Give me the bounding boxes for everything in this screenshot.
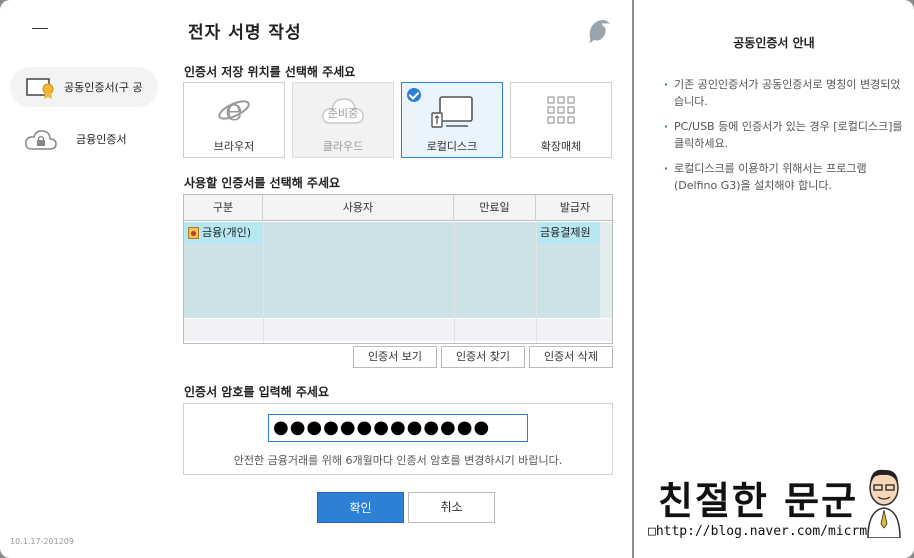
guide-item: PC/USB 등에 인증서가 있는 경우 [로컬디스크]를 클릭하세요. [664, 118, 906, 152]
sidebar-item-label: 공동인증서(구 공 [64, 81, 143, 94]
delete-certificate-button[interactable]: 인증서 삭제 [529, 346, 613, 368]
cell-type: 금융(개인) [184, 222, 262, 244]
certificate-table: 구분 사용자 만료일 발급자 금융(개인) 금융결제원 [183, 194, 613, 344]
column-divider [454, 221, 455, 343]
column-header-user[interactable]: 사용자 [263, 195, 454, 221]
delfino-dolphin-icon [586, 16, 612, 44]
main-dialog: 전자 서명 작성 인증서 저장 위치를 선택해 주세요 e 브라우저 준비중 클… [168, 0, 632, 558]
column-divider [536, 221, 537, 343]
storage-section-label: 인증서 저장 위치를 선택해 주세요 [184, 65, 356, 79]
version-text: 10.1.17-201209 [10, 537, 74, 546]
watermark-url: □http://blog.naver.com/micrmm [648, 524, 875, 539]
certificate-icon [188, 227, 199, 239]
sidebar: 공동인증서(구 공 금융인증서 10.1.17-201209 [0, 0, 168, 558]
storage-option-label: 클라우드 [322, 140, 364, 153]
column-header-issuer[interactable]: 발급자 [536, 195, 612, 221]
storage-option-label: 로컬디스크 [426, 140, 478, 153]
grid-icon [544, 93, 578, 127]
storage-option-cloud: 준비중 클라우드 [292, 82, 394, 158]
sidebar-item-financial-certificate[interactable]: 금융인증서 [10, 119, 158, 159]
storage-option-local-disk[interactable]: 로컬디스크 [401, 82, 503, 158]
certificate-medal-icon [24, 75, 58, 101]
ie-browser-icon: e [217, 93, 251, 128]
storage-option-label: 확장매체 [540, 140, 582, 153]
mascot-avatar [860, 466, 908, 539]
cell-type-text: 금융(개인) [202, 226, 252, 239]
password-input[interactable]: ●●●●●●●●●●●●● [268, 414, 528, 442]
page-title: 전자 서명 작성 [188, 23, 302, 43]
storage-option-external-media[interactable]: 확장매체 [510, 82, 612, 158]
svg-text:e: e [225, 93, 243, 127]
table-row[interactable]: 금융(개인) 금융결제원 [184, 222, 612, 318]
menu-icon[interactable] [32, 28, 48, 29]
guide-item: 로컬디스크를 이용하기 위해서는 프로그램(Delfino G3)을 설치해야 … [664, 160, 906, 194]
ok-button[interactable]: 확인 [317, 492, 404, 523]
table-header: 구분 사용자 만료일 발급자 [184, 195, 612, 221]
password-section-label: 인증서 암호를 입력해 주세요 [184, 385, 330, 399]
cloud-lock-icon [24, 127, 58, 153]
column-header-type[interactable]: 구분 [184, 195, 263, 221]
table-scrollbar[interactable] [600, 222, 612, 318]
guide-panel: 공동인증서 안내 기존 공인인증서가 공동인증서로 명칭이 변경되었습니다. P… [634, 0, 914, 558]
guide-item: 기존 공인인증서가 공동인증서로 명칭이 변경되었습니다. [664, 76, 906, 110]
password-hint: 안전한 금융거래를 위해 6개월마다 인증서 암호를 변경하시기 바랍니다. [233, 454, 563, 467]
find-certificate-button[interactable]: 인증서 찾기 [441, 346, 525, 368]
certificate-section-label: 사용할 인증서를 선택해 주세요 [184, 176, 341, 190]
view-certificate-button[interactable]: 인증서 보기 [353, 346, 437, 368]
password-panel: ●●●●●●●●●●●●● 안전한 금융거래를 위해 6개월마다 인증서 암호를… [183, 403, 613, 475]
table-row-empty [184, 319, 612, 341]
sidebar-item-label: 금융인증서 [76, 133, 127, 146]
watermark-brand: 친절한 문군 [658, 479, 859, 523]
storage-option-browser[interactable]: e 브라우저 [183, 82, 285, 158]
column-header-expiry[interactable]: 만료일 [454, 195, 536, 221]
storage-option-label: 브라우저 [213, 140, 255, 153]
cancel-button[interactable]: 취소 [408, 492, 495, 523]
local-disk-usb-icon [428, 93, 476, 128]
column-divider [263, 221, 264, 343]
guide-title: 공동인증서 안내 [733, 36, 815, 50]
coming-soon-badge: 준비중 [327, 107, 359, 120]
sidebar-item-joint-certificate[interactable]: 공동인증서(구 공 [10, 67, 158, 107]
